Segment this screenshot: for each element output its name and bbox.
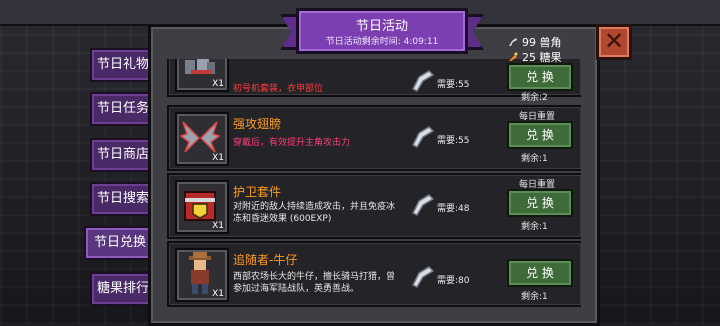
item-cost: 需要:48: [437, 204, 470, 214]
horn-icon: [509, 38, 517, 46]
tab-festival-gift[interactable]: 节日礼物: [90, 48, 156, 82]
item-description: 对附近的敌人持续造成攻击，并且免疫冰冻和昏迷效果 (600EXP): [233, 202, 396, 224]
horn-icon: [411, 194, 435, 216]
tab-festival-tasks[interactable]: 节日任务: [90, 92, 156, 126]
item-thumbnail: X1: [175, 112, 229, 166]
page-title: 节日活动: [355, 19, 408, 34]
candy-currency: 25 糖果: [508, 49, 562, 65]
tab-candy-ranking[interactable]: 糖果排行: [90, 272, 156, 306]
item-remaining: 剩余:1: [521, 292, 548, 302]
exchange-button[interactable]: 兑 换: [507, 63, 573, 91]
item-quantity: X1: [212, 221, 224, 231]
list-item: X1 护卫套件 对附近的敌人持续造成攻击，并且免疫冰冻和昏迷效果 (600EXP…: [167, 173, 581, 239]
event-countdown: 节日活动剩余时间: 4:09:11: [325, 37, 439, 47]
exchange-button[interactable]: 兑 换: [507, 121, 573, 149]
item-description: 初号机套装，衣甲部位: [233, 84, 324, 94]
item-name: 强攻翅膀: [233, 117, 282, 131]
exchange-button[interactable]: 兑 换: [507, 189, 573, 217]
tab-festival-search[interactable]: 节日搜索: [90, 182, 156, 216]
exchange-list[interactable]: X1 初号机套装，衣甲部位 需要:55 兑 换 剩余:2 X1 强攻翅膀 穿戴后…: [167, 59, 581, 321]
item-cost: 需要:55: [437, 136, 470, 146]
exchange-panel: X1 初号机套装，衣甲部位 需要:55 兑 换 剩余:2 X1 强攻翅膀 穿戴后…: [148, 24, 600, 326]
exchange-button[interactable]: 兑 换: [507, 259, 573, 287]
item-thumbnail: X1: [175, 248, 229, 302]
item-cost: 需要:55: [437, 80, 470, 90]
item-description: 西部农场长大的牛仔，擅长骑马打猎，曾参加过海军陆战队，英勇善战。: [233, 272, 396, 294]
close-icon: ✕: [603, 27, 625, 55]
item-quantity: X1: [212, 79, 224, 89]
candy-icon: [509, 52, 518, 61]
horn-icon: [411, 126, 435, 148]
item-cost: 需要:80: [437, 276, 470, 286]
item-thumbnail: X1: [175, 180, 229, 234]
list-item: X1 强攻翅膀 穿戴后，有效提升主角攻击力 需要:55 每日重置 兑 换 剩余:…: [167, 105, 581, 171]
item-quantity: X1: [212, 289, 224, 299]
item-name: 追随者-牛仔: [233, 253, 298, 267]
horn-count: 99 兽角: [522, 36, 562, 49]
item-thumbnail: X1: [175, 59, 229, 92]
item-name: 护卫套件: [233, 185, 282, 199]
list-item: X1 追随者-牛仔 西部农场长大的牛仔，擅长骑马打猎，曾参加过海军陆战队，英勇善…: [167, 241, 581, 307]
item-remaining: 剩余:2: [521, 93, 548, 103]
candy-count: 25 糖果: [522, 51, 562, 64]
horn-currency: 99 兽角: [508, 34, 562, 50]
tab-festival-exchange[interactable]: 节日兑换: [84, 226, 156, 260]
tab-festival-shop[interactable]: 节日商店: [90, 138, 156, 172]
horn-icon: [411, 266, 435, 288]
item-quantity: X1: [212, 153, 224, 163]
item-remaining: 剩余:1: [521, 154, 548, 164]
horn-icon: [411, 70, 435, 92]
item-description: 穿戴后，有效提升主角攻击力: [233, 138, 351, 148]
title-banner: 节日活动 节日活动剩余时间: 4:09:11: [296, 8, 468, 54]
item-remaining: 剩余:1: [521, 222, 548, 232]
close-button[interactable]: ✕: [596, 24, 632, 60]
